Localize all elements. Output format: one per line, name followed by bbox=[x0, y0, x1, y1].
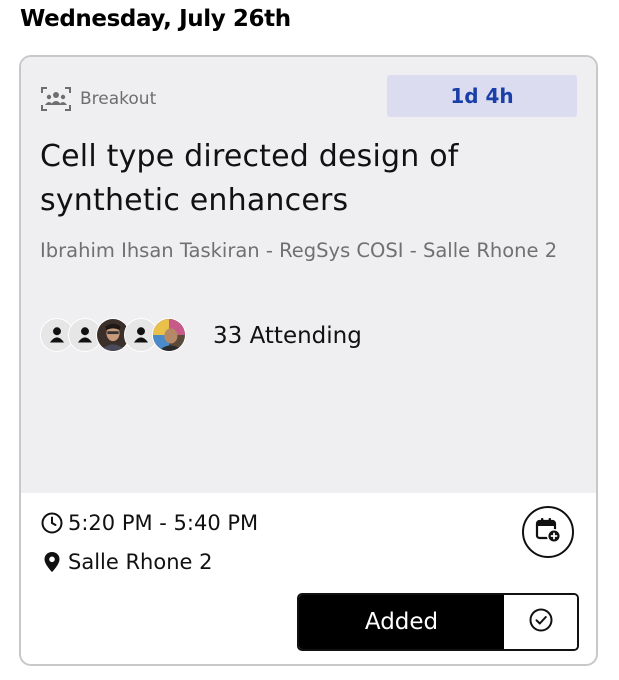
session-time-text: 5:20 PM - 5:40 PM bbox=[68, 511, 259, 535]
calendar-add-icon bbox=[534, 516, 562, 548]
added-button[interactable]: Added bbox=[299, 595, 504, 649]
photo-avatar bbox=[152, 318, 186, 352]
attending-count: 33 Attending bbox=[213, 323, 362, 349]
group-icon bbox=[40, 85, 72, 113]
check-button[interactable] bbox=[504, 595, 577, 649]
session-type-label: Breakout bbox=[80, 89, 157, 109]
countdown-badge: 1d 4h bbox=[387, 75, 577, 117]
session-room-text: Salle Rhone 2 bbox=[68, 550, 213, 574]
attendee-avatars[interactable] bbox=[40, 318, 200, 354]
session-card-header[interactable]: Breakout 1d 4h Cell type directed design… bbox=[21, 57, 596, 493]
session-room: Salle Rhone 2 bbox=[40, 550, 212, 574]
add-to-calendar-button[interactable] bbox=[522, 506, 574, 558]
session-type: Breakout bbox=[40, 85, 156, 113]
clock-icon bbox=[40, 511, 64, 535]
session-card[interactable]: Breakout 1d 4h Cell type directed design… bbox=[19, 55, 598, 666]
session-time: 5:20 PM - 5:40 PM bbox=[40, 511, 258, 535]
date-heading: Wednesday, July 26th bbox=[20, 6, 291, 32]
session-speakers: Ibrahim Ihsan Taskiran - RegSys COSI - S… bbox=[40, 239, 558, 262]
added-toggle[interactable]: Added bbox=[297, 593, 579, 651]
attendees[interactable]: 33 Attending bbox=[40, 318, 362, 354]
check-circle-icon bbox=[528, 607, 554, 637]
location-pin-icon bbox=[40, 550, 64, 574]
session-title[interactable]: Cell type directed design of synthetic e… bbox=[40, 135, 560, 223]
